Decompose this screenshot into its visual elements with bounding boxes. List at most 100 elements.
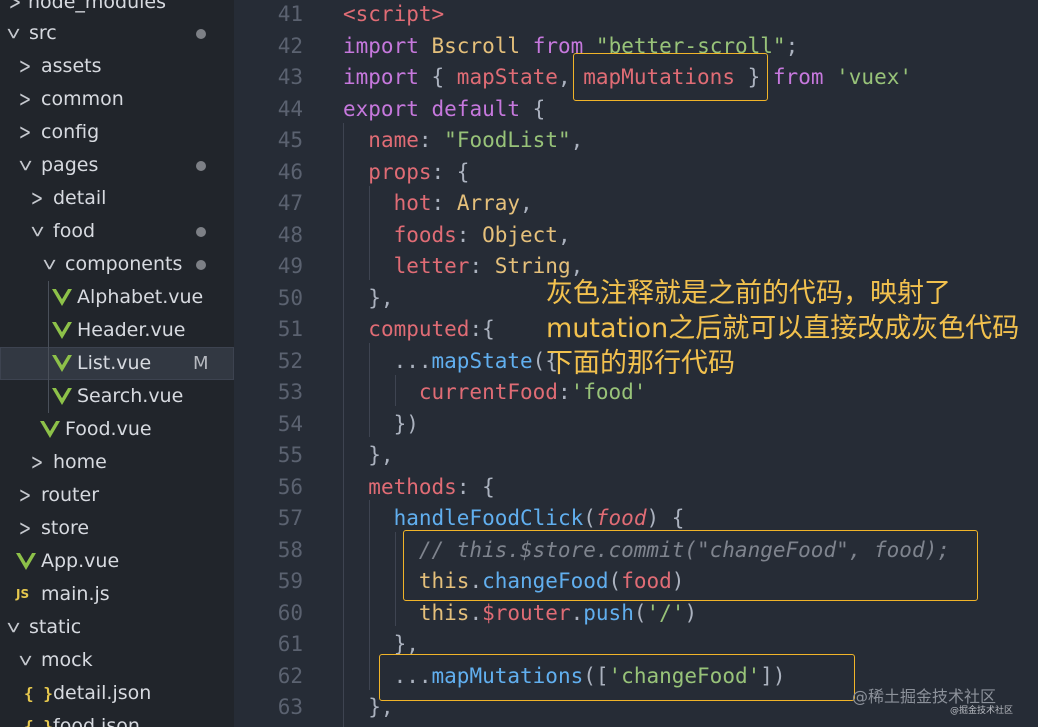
code-token: currentFood (418, 380, 558, 404)
code-token: ( (633, 600, 647, 625)
code-token: '/' (646, 600, 685, 625)
tree-label: router (41, 484, 100, 506)
tree-file-search-vue[interactable]: Search.vue (0, 380, 234, 413)
tree-file-alphabet-vue[interactable]: Alphabet.vue (0, 281, 234, 314)
annotation-text: 灰色注释就是之前的代码，映射了mutation之后就可以直接改成灰色代码下面的那… (546, 278, 1020, 379)
code-token: : (557, 380, 571, 404)
tree-file-header-vue[interactable]: Header.vue (0, 314, 234, 347)
modified-dot-icon (196, 227, 206, 237)
indent-guide (343, 123, 344, 727)
tree-label: Food.vue (65, 418, 152, 440)
code-token: 'vuex' (836, 65, 912, 89)
tree-label: home (53, 451, 107, 473)
tree-label: Alphabet.vue (77, 286, 204, 308)
code-token: ... (343, 348, 432, 373)
tree-file-main-js[interactable]: JS main.js (0, 578, 234, 611)
explorer-sidebar: > node_modules > src > assets > common >… (0, 0, 234, 727)
line-number: 50 (277, 285, 303, 310)
code-text: computed:{ (343, 314, 494, 345)
tree-label: common (41, 88, 124, 110)
code-token: : (469, 254, 495, 278)
line-number: 57 (277, 506, 303, 530)
line-number: 42 (277, 33, 303, 58)
tree-folder-static[interactable]: > static (0, 611, 234, 644)
modified-dot-icon (196, 260, 206, 270)
code-text: name: "FoodList", (343, 125, 583, 156)
line-number: 61 (277, 632, 303, 656)
json-icon: { } (24, 684, 53, 703)
line-number: 62 (277, 663, 303, 688)
code-token: , (557, 222, 571, 247)
tree-file-detail-json[interactable]: { } detail.json (0, 677, 234, 710)
code-token: , (570, 128, 584, 152)
code-token: , (570, 254, 584, 278)
tree-label: Search.vue (77, 385, 184, 407)
tree-folder-config[interactable]: > config (0, 116, 234, 149)
code-line: 54 }) (234, 409, 1038, 441)
tree-folder-assets[interactable]: > assets (0, 50, 234, 83)
code-token: ) { (646, 506, 685, 530)
tree-folder-food[interactable]: > food (0, 215, 234, 248)
code-text: ...mapState({ (343, 346, 558, 377)
indent-guide (395, 375, 396, 406)
code-token: letter (393, 254, 470, 278)
line-number: 46 (277, 159, 303, 184)
code-token: from (772, 65, 824, 89)
tree-folder-router[interactable]: > router (0, 479, 234, 512)
code-token: : (431, 191, 457, 215)
code-token: String (494, 254, 571, 278)
tree-folder-src[interactable]: > src (0, 17, 234, 50)
line-number: 52 (277, 348, 303, 373)
code-text: methods: { (343, 472, 494, 503)
code-token: foods (393, 222, 457, 247)
code-token: , (520, 191, 533, 215)
code-text: props: { (343, 157, 469, 188)
code-token: }, (343, 285, 394, 310)
vue-icon (52, 388, 72, 405)
chevron-right-icon: > (30, 184, 44, 212)
tree-label: mock (41, 649, 93, 671)
tree-folder-common[interactable]: > common (0, 83, 234, 116)
code-token: push (583, 600, 634, 625)
code-token: import (343, 65, 419, 89)
code-line: 45 name: "FoodList", (234, 125, 1038, 157)
code-token: { (418, 65, 457, 89)
code-line: 53 currentFood:'food' (234, 377, 1038, 409)
tree-label: List.vue (77, 352, 152, 374)
tree-file-list-vue[interactable]: List.vue M (0, 347, 234, 380)
code-token: }, (343, 632, 419, 656)
code-line: 56 methods: { (234, 472, 1038, 504)
tree-label: Header.vue (77, 319, 186, 341)
tree-file-food-json[interactable]: { } food.json (0, 710, 234, 727)
indent-guide (395, 532, 396, 626)
line-number: 59 (277, 569, 303, 593)
vue-icon (52, 355, 72, 372)
code-token: : (418, 128, 445, 152)
chevron-down-icon: > (24, 225, 52, 238)
tree-folder-store[interactable]: > store (0, 512, 234, 545)
code-text: }, (343, 283, 394, 314)
code-text: <script> (343, 0, 444, 30)
code-text: foods: Object, (343, 220, 571, 251)
code-token: props (368, 159, 432, 184)
tree-label: detail (53, 187, 107, 209)
modified-dot-icon (196, 29, 206, 39)
code-text: }) (343, 409, 419, 440)
tree-folder-mock[interactable]: > mock (0, 644, 234, 677)
code-line: 60 this.$router.push('/') (234, 598, 1038, 630)
tree-file-app-vue[interactable]: App.vue (0, 545, 234, 578)
code-token: }, (343, 443, 394, 467)
chevron-right-icon: > (30, 448, 44, 476)
code-token: . (469, 600, 483, 625)
tree-folder-detail[interactable]: > detail (0, 182, 234, 215)
tree-folder-home[interactable]: > home (0, 446, 234, 479)
line-number: 63 (277, 695, 303, 719)
highlight-box-mapmutations-spread (379, 654, 855, 701)
tree-folder-components[interactable]: > components (0, 248, 234, 281)
